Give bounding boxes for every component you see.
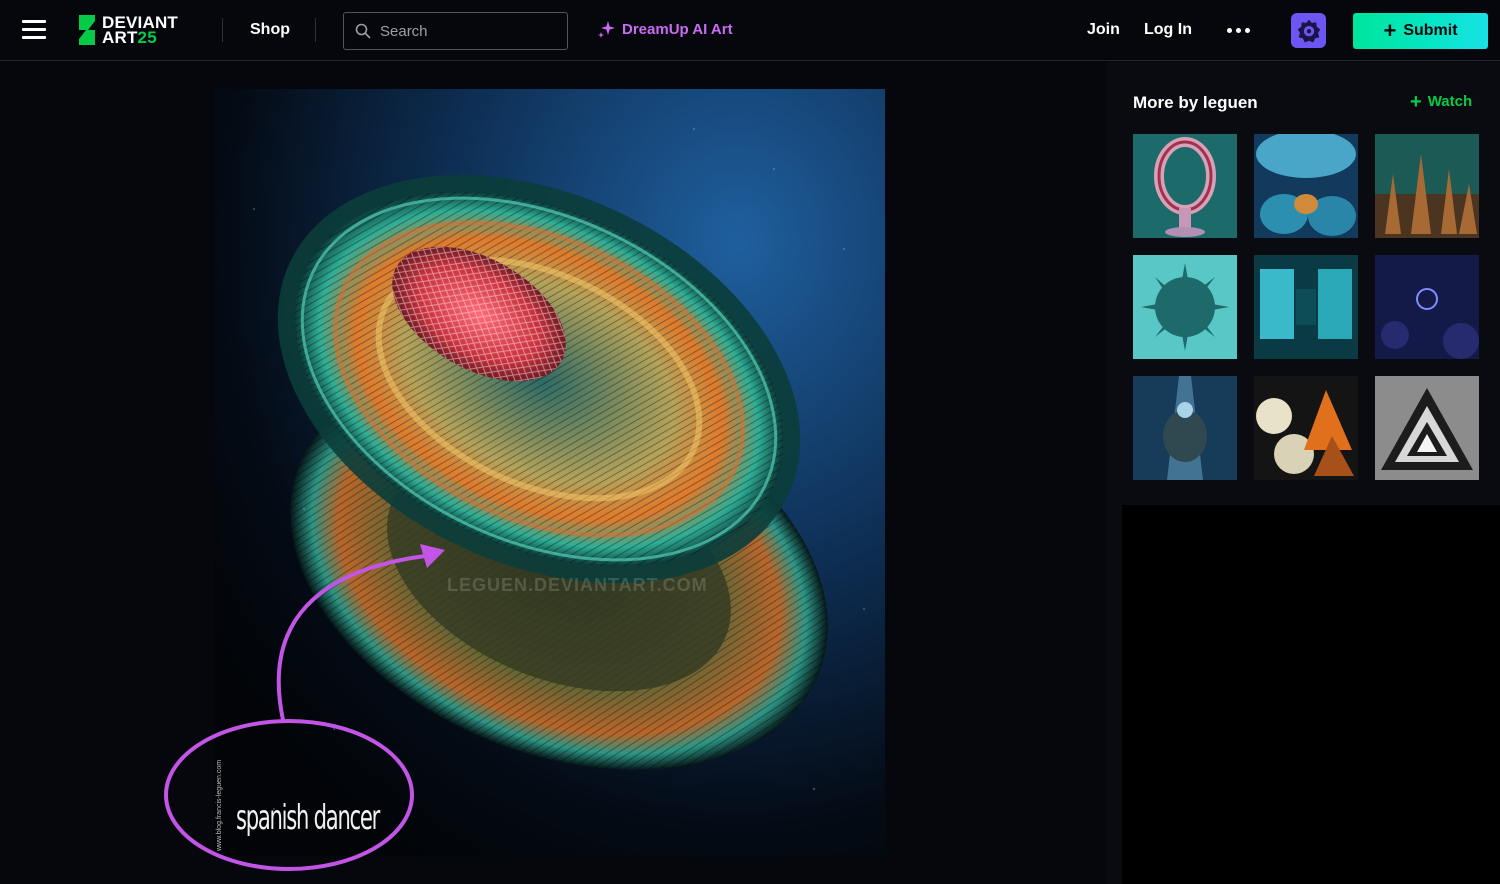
thumbnail-teal-spiked-sphere[interactable] — [1133, 255, 1237, 359]
hamburger-menu-icon[interactable] — [22, 20, 46, 42]
sparkle-icon — [598, 21, 615, 38]
nav-divider — [222, 18, 223, 42]
dreamup-link[interactable]: DreamUp AI Art — [597, 19, 733, 39]
submit-label: Submit — [1403, 22, 1458, 39]
thumbnail-copper-fractal-reef[interactable] — [1375, 134, 1479, 238]
logo-word-art: ART — [102, 28, 138, 47]
dreamup-label: DreamUp AI Art — [622, 20, 733, 38]
top-navigation-bar: DEVIANT ART25 Shop DreamUp AI Art Join L… — [0, 0, 1500, 61]
watch-button[interactable]: + Watch — [1410, 90, 1473, 113]
main-artwork[interactable] — [214, 89, 885, 856]
shop-link[interactable]: Shop — [250, 21, 290, 39]
plus-icon: + — [1383, 18, 1397, 43]
artwork-caption-url: www.blog.francis-leguen.com — [216, 759, 223, 851]
submit-button[interactable]: + Submit — [1353, 13, 1488, 49]
ellipsis-icon[interactable] — [1227, 28, 1250, 33]
advertisement-placeholder — [1122, 505, 1500, 884]
search-box[interactable] — [343, 12, 568, 50]
thumbnail-cyan-corridor[interactable] — [1254, 255, 1358, 359]
core-badge-icon — [1297, 19, 1320, 42]
deviantart-logo-icon — [79, 15, 95, 45]
plus-icon: + — [1410, 90, 1422, 113]
join-link[interactable]: Join — [1087, 21, 1120, 39]
thumbnail-purple-bubble-fractal[interactable] — [1375, 255, 1479, 359]
logo-wordmark: DEVIANT ART25 — [102, 14, 178, 47]
artwork-caption: spanish dancer — [236, 798, 380, 838]
search-input[interactable] — [380, 22, 560, 40]
login-link[interactable]: Log In — [1144, 21, 1192, 39]
logo-anniversary: 25 — [137, 28, 157, 47]
core-membership-icon[interactable] — [1291, 13, 1326, 48]
thumbnail-spheres-and-pyramids[interactable] — [1254, 376, 1358, 480]
thumbnail-blue-fractal-cavern[interactable] — [1254, 134, 1358, 238]
thumbnail-blue-lit-fractal-tower[interactable] — [1133, 376, 1237, 480]
watch-label: Watch — [1427, 93, 1473, 110]
deviantart-logo[interactable]: DEVIANT ART25 — [76, 13, 198, 47]
spanish-dancer-fractal-image — [214, 89, 885, 856]
search-icon — [355, 23, 371, 39]
nav-divider — [315, 18, 316, 42]
more-by-artist-title: More by leguen — [1133, 93, 1258, 112]
artwork-watermark: LEGUEN.DEVIANTART.COM — [447, 575, 708, 595]
thumbnail-teal-ring-sculpture[interactable] — [1133, 134, 1237, 238]
thumbnail-triangle-tunnel[interactable] — [1375, 376, 1479, 480]
